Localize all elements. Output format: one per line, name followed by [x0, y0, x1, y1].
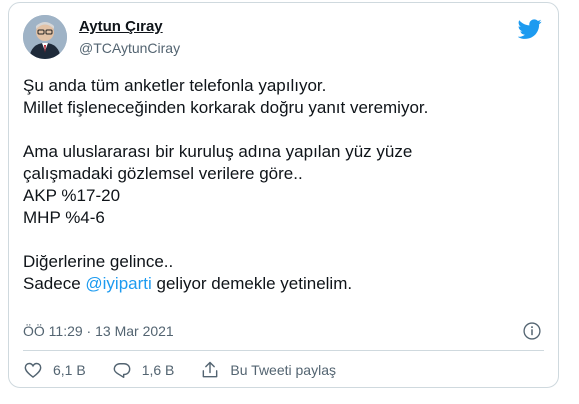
- tweet-actions: 6,1 B 1,6 B Bu Tweeti paylaş: [23, 360, 362, 380]
- share-button[interactable]: Bu Tweeti paylaş: [200, 360, 336, 380]
- tweet-text: Şu anda tüm anketler telefonla yapılıyor…: [23, 75, 543, 295]
- mention-link[interactable]: @iyiparti: [85, 274, 151, 293]
- share-icon: [203, 361, 218, 378]
- divider: [23, 350, 544, 351]
- tweet-line-mention: Sadece @iyiparti geliyor demekle yetinel…: [23, 273, 543, 295]
- tweet-line: Ama uluslararası bir kuruluş adına yapıl…: [23, 142, 413, 161]
- tweet-line: Şu anda tüm anketler telefonla yapılıyor…: [23, 76, 327, 95]
- author-name[interactable]: Aytun Çıray: [79, 18, 163, 35]
- tweet-text-prefix: Sadece: [23, 274, 86, 293]
- heart-icon: [24, 362, 42, 378]
- tweet-text-suffix: geliyor demekle yetinelim.: [151, 274, 353, 293]
- tweet-line: çalışmadaki gözlemsel verilere göre..: [23, 164, 303, 183]
- info-icon[interactable]: [522, 321, 542, 341]
- twitter-bird-icon[interactable]: [518, 17, 542, 41]
- like-count: 6,1 B: [53, 362, 86, 378]
- author-handle[interactable]: @TCAytunCiray: [79, 40, 180, 56]
- tweet-timestamp[interactable]: ÖÖ 11:29 · 13 Mar 2021: [23, 323, 174, 339]
- tweet-line: Millet fişleneceğinden korkarak doğru ya…: [23, 98, 429, 117]
- reply-count: 1,6 B: [141, 362, 175, 378]
- like-button[interactable]: 6,1 B: [23, 360, 86, 380]
- avatar[interactable]: [23, 15, 67, 59]
- tweet-line: Diğerlerine gelince..: [23, 252, 174, 271]
- tweet-line: AKP %17-20: [23, 186, 121, 205]
- tweet-line: MHP %4-6: [23, 208, 105, 227]
- share-label: Bu Tweeti paylaş: [230, 362, 336, 378]
- reply-icon: [113, 363, 131, 379]
- tweet-card[interactable]: Aytun Çıray @TCAytunCiray Şu anda tüm an…: [8, 2, 559, 388]
- reply-button[interactable]: 1,6 B: [112, 360, 175, 380]
